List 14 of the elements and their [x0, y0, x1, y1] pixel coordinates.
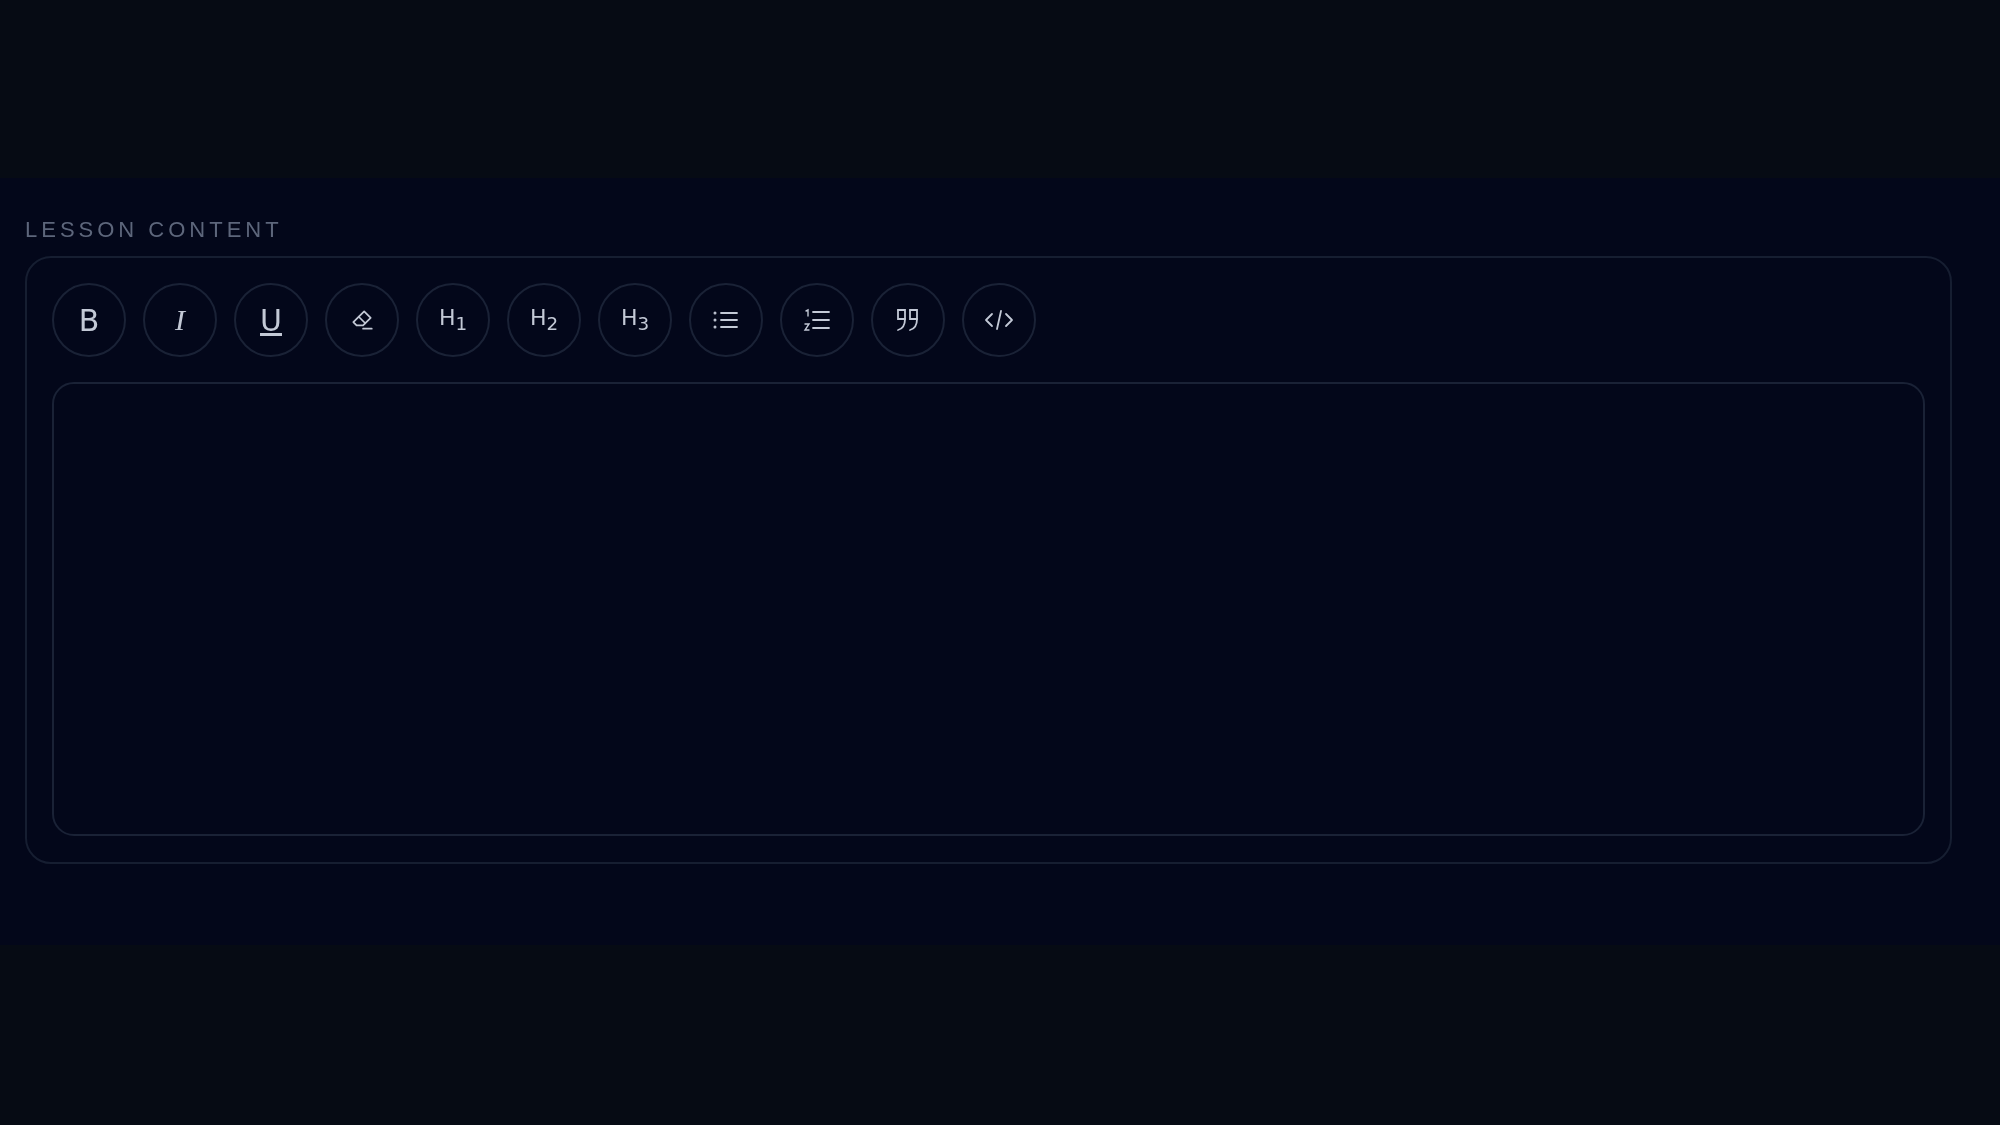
underline-button[interactable]: U [234, 283, 308, 357]
bullet-list-button[interactable] [689, 283, 763, 357]
bold-button[interactable]: B [52, 283, 126, 357]
italic-button[interactable]: I [143, 283, 217, 357]
code-icon [984, 309, 1014, 331]
numbered-list-icon [803, 307, 831, 333]
quote-button[interactable] [871, 283, 945, 357]
numbered-list-button[interactable] [780, 283, 854, 357]
eraser-button[interactable] [325, 283, 399, 357]
section-label: LESSON CONTENT [25, 216, 284, 244]
heading-button[interactable]: H$_{2}$ [507, 283, 581, 357]
code-button[interactable] [962, 283, 1036, 357]
heading-button[interactable]: H$_{1}$ [416, 283, 490, 357]
heading-button[interactable]: H$_{3}$ [598, 283, 672, 357]
